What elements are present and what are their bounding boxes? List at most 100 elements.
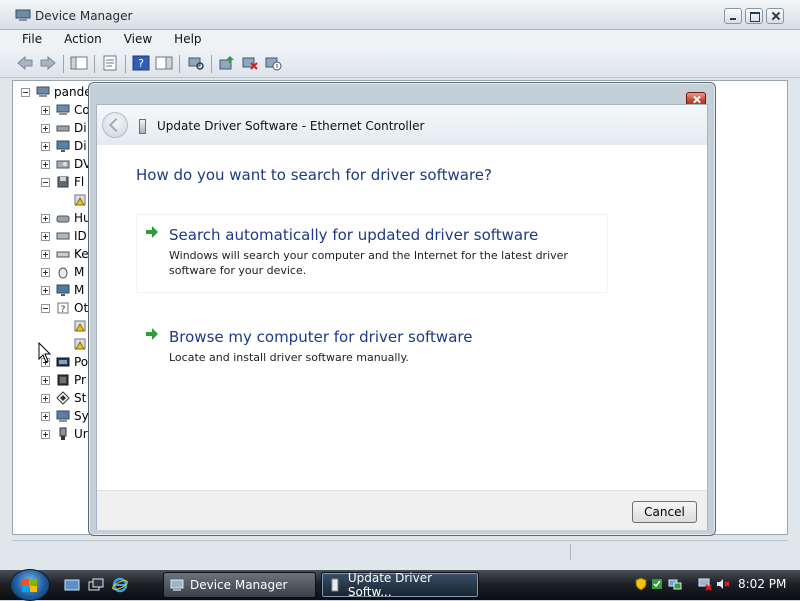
taskbar-button-update-driver[interactable]: Update Driver Softw... bbox=[321, 571, 479, 599]
forward-icon[interactable] bbox=[39, 55, 57, 71]
maximize-button[interactable] bbox=[745, 8, 763, 24]
menu-bar: File Action View Help bbox=[0, 30, 800, 50]
expand-toggle[interactable] bbox=[41, 429, 50, 439]
tree-item[interactable]: Di bbox=[41, 137, 87, 155]
option-title: Search automatically for updated driver … bbox=[169, 226, 539, 244]
display-adapter-icon bbox=[56, 140, 70, 152]
menu-view[interactable]: View bbox=[111, 30, 161, 50]
expand-toggle[interactable] bbox=[41, 159, 50, 169]
processor-icon bbox=[57, 374, 69, 386]
start-button[interactable] bbox=[10, 569, 50, 601]
expand-toggle[interactable] bbox=[41, 105, 50, 115]
expand-toggle[interactable] bbox=[41, 375, 50, 385]
disk-drive-icon bbox=[56, 125, 70, 132]
security-center-icon[interactable] bbox=[650, 577, 664, 591]
show-desktop-icon[interactable] bbox=[64, 577, 80, 593]
svg-text:?: ? bbox=[138, 57, 144, 70]
action-pane-icon[interactable] bbox=[155, 55, 173, 71]
system-devices-icon bbox=[56, 410, 70, 422]
computer-management-icon bbox=[15, 9, 31, 21]
warning-device-icon bbox=[74, 338, 86, 350]
tree-item[interactable]: Ke bbox=[41, 245, 89, 263]
expand-toggle[interactable] bbox=[41, 393, 50, 403]
back-icon[interactable] bbox=[16, 55, 34, 71]
properties-icon[interactable] bbox=[101, 55, 119, 71]
disable-icon[interactable] bbox=[264, 55, 282, 71]
network-icon[interactable] bbox=[668, 577, 682, 591]
menu-file[interactable]: File bbox=[0, 30, 51, 50]
tree-item[interactable]: Di bbox=[41, 119, 87, 137]
tree-item[interactable]: St bbox=[41, 389, 86, 407]
computer-icon bbox=[56, 104, 70, 115]
option-description: Windows will search your computer and th… bbox=[169, 249, 568, 277]
tree-item-label: Di bbox=[74, 121, 87, 135]
back-button[interactable] bbox=[102, 112, 128, 138]
tree-item-label: Ur bbox=[74, 427, 88, 441]
option-title: Browse my computer for driver software bbox=[169, 328, 473, 346]
tree-item-label: Fl bbox=[74, 175, 85, 189]
green-arrow-icon bbox=[146, 328, 158, 340]
expand-toggle[interactable] bbox=[41, 267, 50, 277]
expand-toggle[interactable] bbox=[41, 411, 50, 421]
clock[interactable]: 8:02 PM bbox=[738, 577, 786, 591]
expand-toggle[interactable] bbox=[41, 249, 50, 259]
warning-device-icon bbox=[74, 194, 86, 206]
tree-item-label: Po bbox=[74, 355, 89, 369]
help-icon[interactable]: ? bbox=[132, 55, 150, 71]
tree-item[interactable]: DV bbox=[41, 155, 91, 173]
search-automatically-option[interactable]: Search automatically for updated driver … bbox=[136, 214, 608, 293]
minimize-button[interactable] bbox=[724, 8, 742, 24]
ide-controller-icon bbox=[56, 232, 70, 240]
tree-item[interactable]: Pr bbox=[41, 371, 86, 389]
menu-action[interactable]: Action bbox=[51, 30, 111, 50]
status-bar bbox=[12, 540, 788, 562]
dialog-footer: Cancel bbox=[97, 490, 707, 530]
tree-item[interactable]: ID bbox=[41, 227, 87, 245]
dialog-header: Update Driver Software - Ethernet Contro… bbox=[97, 105, 707, 145]
volume-muted-icon[interactable] bbox=[716, 577, 730, 591]
scan-hardware-icon[interactable] bbox=[187, 55, 205, 71]
expand-toggle[interactable] bbox=[41, 141, 50, 151]
expand-toggle[interactable] bbox=[41, 285, 50, 295]
update-driver-dialog: Update Driver Software - Ethernet Contro… bbox=[88, 82, 716, 536]
windows-defender-icon[interactable] bbox=[634, 577, 648, 591]
tree-root[interactable]: pande bbox=[21, 83, 92, 101]
browse-computer-option[interactable]: Browse my computer for driver software L… bbox=[136, 316, 608, 376]
show-hide-console-tree-icon[interactable] bbox=[70, 55, 88, 71]
toolbar: ? bbox=[0, 50, 800, 78]
internet-explorer-icon[interactable] bbox=[112, 577, 128, 593]
tree-item[interactable]: M bbox=[41, 263, 84, 281]
uninstall-icon[interactable] bbox=[241, 55, 259, 71]
close-button[interactable] bbox=[766, 8, 784, 24]
device-icon bbox=[139, 119, 146, 134]
usb-controller-icon bbox=[59, 427, 67, 440]
warning-device-icon bbox=[74, 320, 86, 332]
taskbar-button-device-manager[interactable]: Device Manager bbox=[163, 572, 316, 598]
collapse-toggle[interactable] bbox=[41, 303, 50, 313]
computer-icon bbox=[36, 86, 50, 97]
tree-item[interactable]: Ur bbox=[41, 425, 88, 443]
tree-item[interactable]: Sy bbox=[41, 407, 89, 425]
tree-item-label: Di bbox=[74, 139, 87, 153]
mouse-icon bbox=[58, 267, 68, 279]
expand-toggle[interactable] bbox=[41, 213, 50, 223]
switch-windows-icon[interactable] bbox=[88, 577, 104, 593]
collapse-toggle[interactable] bbox=[41, 177, 50, 187]
tree-item-label: Ot bbox=[74, 301, 89, 315]
cancel-button[interactable]: Cancel bbox=[632, 501, 697, 523]
monitor-icon bbox=[56, 284, 70, 296]
tree-item[interactable]: Co bbox=[41, 101, 90, 119]
title-bar[interactable]: Device Manager bbox=[0, 0, 800, 30]
dialog-title: Update Driver Software - Ethernet Contro… bbox=[157, 119, 425, 133]
option-description: Locate and install driver software manua… bbox=[169, 351, 409, 364]
tree-item[interactable]: ? Ot bbox=[41, 299, 88, 317]
expand-toggle[interactable] bbox=[41, 123, 50, 133]
tree-item[interactable]: M bbox=[41, 281, 84, 299]
tree-item[interactable]: Hu bbox=[41, 209, 91, 227]
update-driver-icon[interactable] bbox=[218, 55, 236, 71]
tree-item[interactable]: Fl bbox=[41, 173, 84, 191]
expand-toggle[interactable] bbox=[41, 231, 50, 241]
network-disconnected-icon[interactable] bbox=[698, 577, 712, 591]
menu-help[interactable]: Help bbox=[161, 30, 210, 50]
collapse-toggle[interactable] bbox=[21, 87, 30, 97]
